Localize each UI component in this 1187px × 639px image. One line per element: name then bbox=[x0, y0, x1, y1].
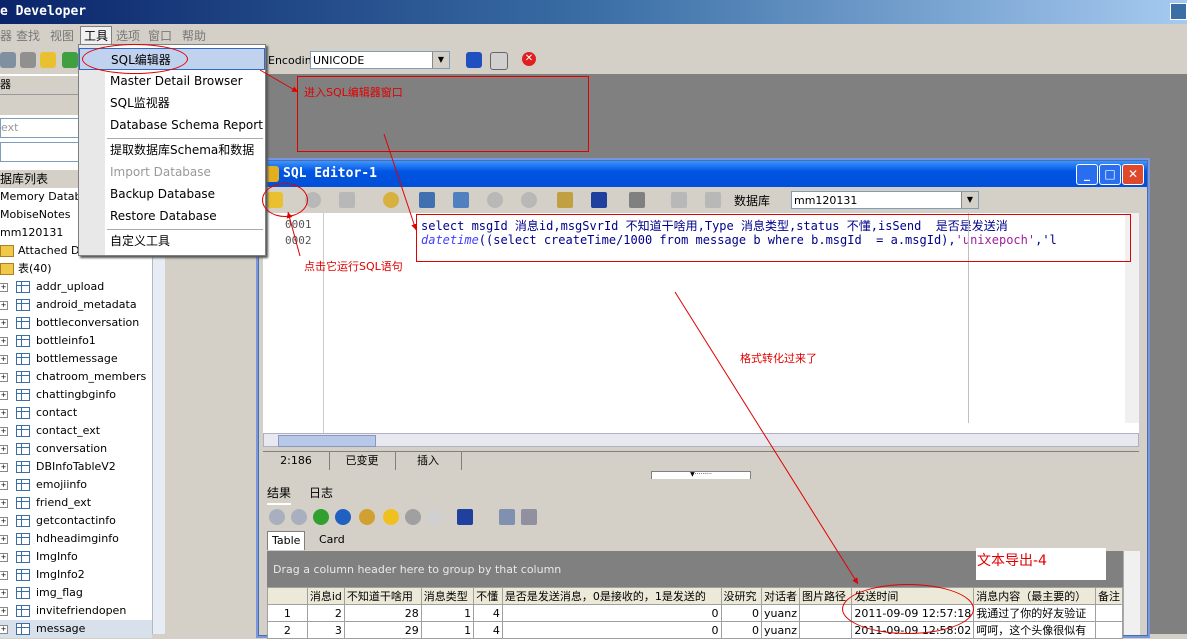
arrow-line bbox=[259, 69, 299, 93]
arrow-line bbox=[383, 133, 417, 231]
arrow-line bbox=[674, 291, 859, 585]
annotation-arrows bbox=[259, 69, 859, 585]
arrow-line bbox=[286, 211, 301, 257]
